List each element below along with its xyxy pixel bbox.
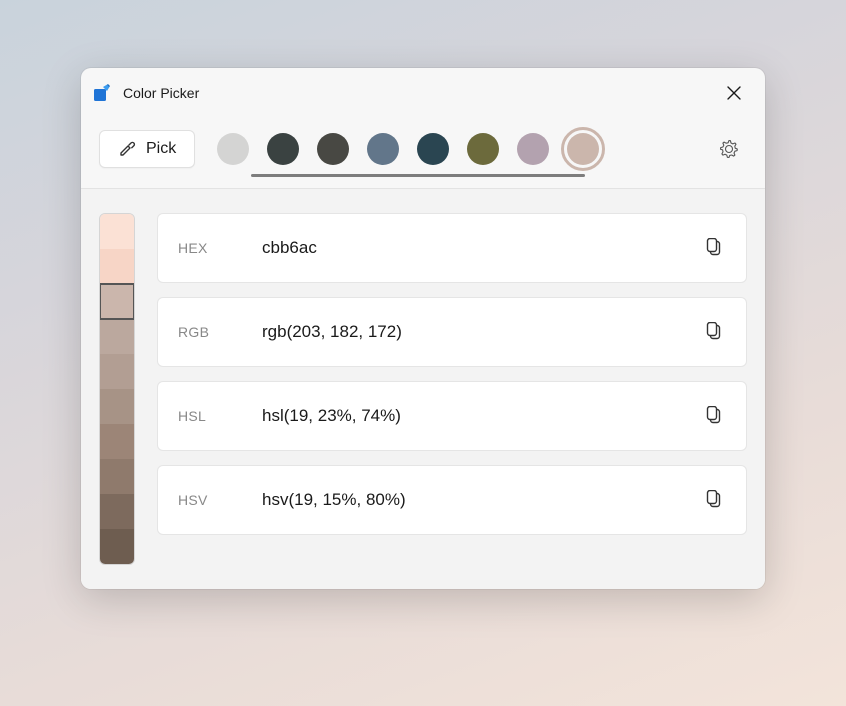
copy-button[interactable] <box>696 482 732 518</box>
format-value: cbb6ac <box>262 238 696 258</box>
shade-step[interactable] <box>100 529 134 564</box>
copy-button[interactable] <box>696 398 732 434</box>
copy-icon <box>705 238 723 258</box>
format-row[interactable]: HSLhsl(19, 23%, 74%) <box>157 381 747 451</box>
shade-step[interactable] <box>100 459 134 494</box>
format-value: rgb(203, 182, 172) <box>262 322 696 342</box>
toolbar: Pick <box>81 118 765 189</box>
pick-button-label: Pick <box>146 140 176 158</box>
format-label: HSL <box>178 408 262 424</box>
format-label: RGB <box>178 324 262 340</box>
shade-step[interactable] <box>100 284 134 319</box>
titlebar: Color Picker <box>81 68 765 118</box>
copy-icon <box>705 406 723 426</box>
swatch-row <box>211 133 695 165</box>
color-swatch[interactable] <box>367 133 399 165</box>
color-swatch[interactable] <box>567 133 599 165</box>
format-list: HEXcbb6ac RGBrgb(203, 182, 172) HSLhsl(19,… <box>157 213 747 565</box>
format-value: hsv(19, 15%, 80%) <box>262 490 696 510</box>
format-row[interactable]: HEXcbb6ac <box>157 213 747 283</box>
shade-step[interactable] <box>100 249 134 284</box>
copy-button[interactable] <box>696 314 732 350</box>
format-row[interactable]: HSVhsv(19, 15%, 80%) <box>157 465 747 535</box>
format-label: HSV <box>178 492 262 508</box>
color-swatch[interactable] <box>417 133 449 165</box>
color-picker-window: Color Picker Pick HEXcbb <box>81 68 765 589</box>
color-swatch[interactable] <box>217 133 249 165</box>
content-area: HEXcbb6ac RGBrgb(203, 182, 172) HSLhsl(19,… <box>81 189 765 589</box>
color-swatch[interactable] <box>517 133 549 165</box>
shade-step[interactable] <box>100 424 134 459</box>
shade-bar <box>99 213 135 565</box>
eyedropper-icon <box>118 140 136 158</box>
swatch-scrollbar[interactable] <box>251 174 585 177</box>
close-icon <box>727 86 741 100</box>
app-icon <box>93 84 111 102</box>
shade-step[interactable] <box>100 494 134 529</box>
color-swatch[interactable] <box>267 133 299 165</box>
color-swatch[interactable] <box>467 133 499 165</box>
shade-step[interactable] <box>100 354 134 389</box>
copy-icon <box>705 322 723 342</box>
format-row[interactable]: RGBrgb(203, 182, 172) <box>157 297 747 367</box>
format-label: HEX <box>178 240 262 256</box>
shade-step[interactable] <box>100 389 134 424</box>
app-title: Color Picker <box>123 85 707 101</box>
shade-step[interactable] <box>100 319 134 354</box>
copy-button[interactable] <box>696 230 732 266</box>
copy-icon <box>705 490 723 510</box>
pick-button[interactable]: Pick <box>99 130 195 168</box>
format-value: hsl(19, 23%, 74%) <box>262 406 696 426</box>
close-button[interactable] <box>719 78 749 108</box>
settings-button[interactable] <box>711 131 747 167</box>
color-swatch[interactable] <box>317 133 349 165</box>
gear-icon <box>719 139 739 159</box>
shade-step[interactable] <box>100 214 134 249</box>
